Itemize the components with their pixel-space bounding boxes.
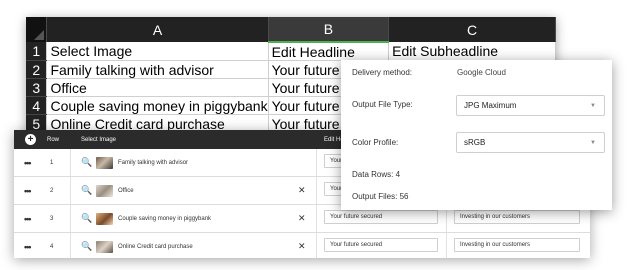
subheadline-input[interactable]: Investing in our customers (454, 210, 580, 224)
row-menu-icon[interactable]: ••• (24, 177, 32, 204)
remove-image-icon[interactable]: ✕ (298, 233, 306, 258)
output-file-type-label: Output File Type: (352, 100, 413, 109)
sheet-cell[interactable]: Family talking with advisor (46, 60, 269, 79)
row-menu-icon[interactable]: ••• (24, 205, 32, 232)
image-label: Family talking with advisor (118, 159, 189, 166)
image-thumbnail (96, 184, 113, 197)
image-thumbnail (96, 156, 113, 169)
row-number: 2 (50, 187, 54, 194)
image-label: Couple saving money in piggybank (118, 215, 212, 222)
chevron-down-icon: ▼ (590, 139, 596, 146)
color-profile-select[interactable]: sRGB ▼ (456, 132, 605, 153)
image-label: Online Credit card purchase (118, 243, 193, 250)
select-image-column-header: Select Image (81, 136, 117, 143)
headline-input[interactable]: Your future secured (324, 210, 438, 224)
headline-input[interactable]: Your future secured (324, 238, 438, 252)
column-header-b[interactable]: B (268, 17, 390, 43)
search-icon[interactable]: 🔍 (81, 233, 92, 258)
row-number[interactable]: 4 (26, 96, 48, 115)
search-icon[interactable]: 🔍 (81, 205, 92, 232)
column-header-a[interactable]: A (46, 17, 269, 42)
remove-image-icon[interactable]: ✕ (298, 205, 306, 232)
delivery-method-value: Google Cloud (457, 68, 506, 77)
data-rows-count: Data Rows: 4 (352, 170, 401, 179)
search-icon[interactable]: 🔍 (81, 177, 92, 204)
search-icon[interactable]: 🔍 (81, 149, 92, 176)
color-profile-value: sRGB (464, 138, 486, 147)
image-thumbnail (96, 212, 113, 225)
column-header-c[interactable]: C (388, 17, 556, 42)
row-column-header: Row (47, 136, 60, 143)
output-file-type-select[interactable]: JPG Maximum ▼ (456, 95, 605, 116)
row-number: 4 (50, 243, 54, 250)
image-label: Office (118, 187, 134, 194)
row-menu-icon[interactable]: ••• (24, 233, 32, 258)
image-thumbnail (96, 240, 113, 253)
table-row: ••• 4 🔍 Online Credit card purchase ✕ Yo… (14, 233, 590, 258)
row-number[interactable]: 1 (26, 42, 48, 61)
add-row-button[interactable]: + (25, 134, 36, 145)
output-file-type-value: JPG Maximum (464, 101, 517, 110)
row-number: 1 (50, 159, 54, 166)
row-number: 3 (50, 215, 54, 222)
sheet-cell[interactable]: Edit Headline (268, 42, 390, 61)
select-all-corner[interactable] (26, 17, 48, 42)
sheet-cell[interactable]: Couple saving money in piggybank (46, 96, 269, 115)
color-profile-label: Color Profile: (352, 138, 399, 147)
row-number[interactable]: 2 (26, 60, 48, 79)
remove-image-icon[interactable]: ✕ (298, 177, 306, 204)
sheet-row: 1 Select Image Edit Headline Edit Subhea… (26, 42, 556, 61)
delivery-method-label: Delivery method: (352, 68, 413, 77)
subheadline-input[interactable]: Investing in our customers (454, 238, 580, 252)
chevron-down-icon: ▼ (590, 102, 596, 109)
output-settings-panel: Delivery method: Google Cloud Output Fil… (341, 60, 612, 210)
row-menu-icon[interactable]: ••• (24, 149, 32, 176)
sheet-cell[interactable]: Edit Subheadline (388, 42, 556, 61)
row-number[interactable]: 3 (26, 78, 48, 97)
output-files-count: Output Files: 56 (352, 192, 409, 201)
sheet-cell[interactable]: Office (46, 78, 269, 97)
sheet-cell[interactable]: Select Image (46, 42, 269, 61)
